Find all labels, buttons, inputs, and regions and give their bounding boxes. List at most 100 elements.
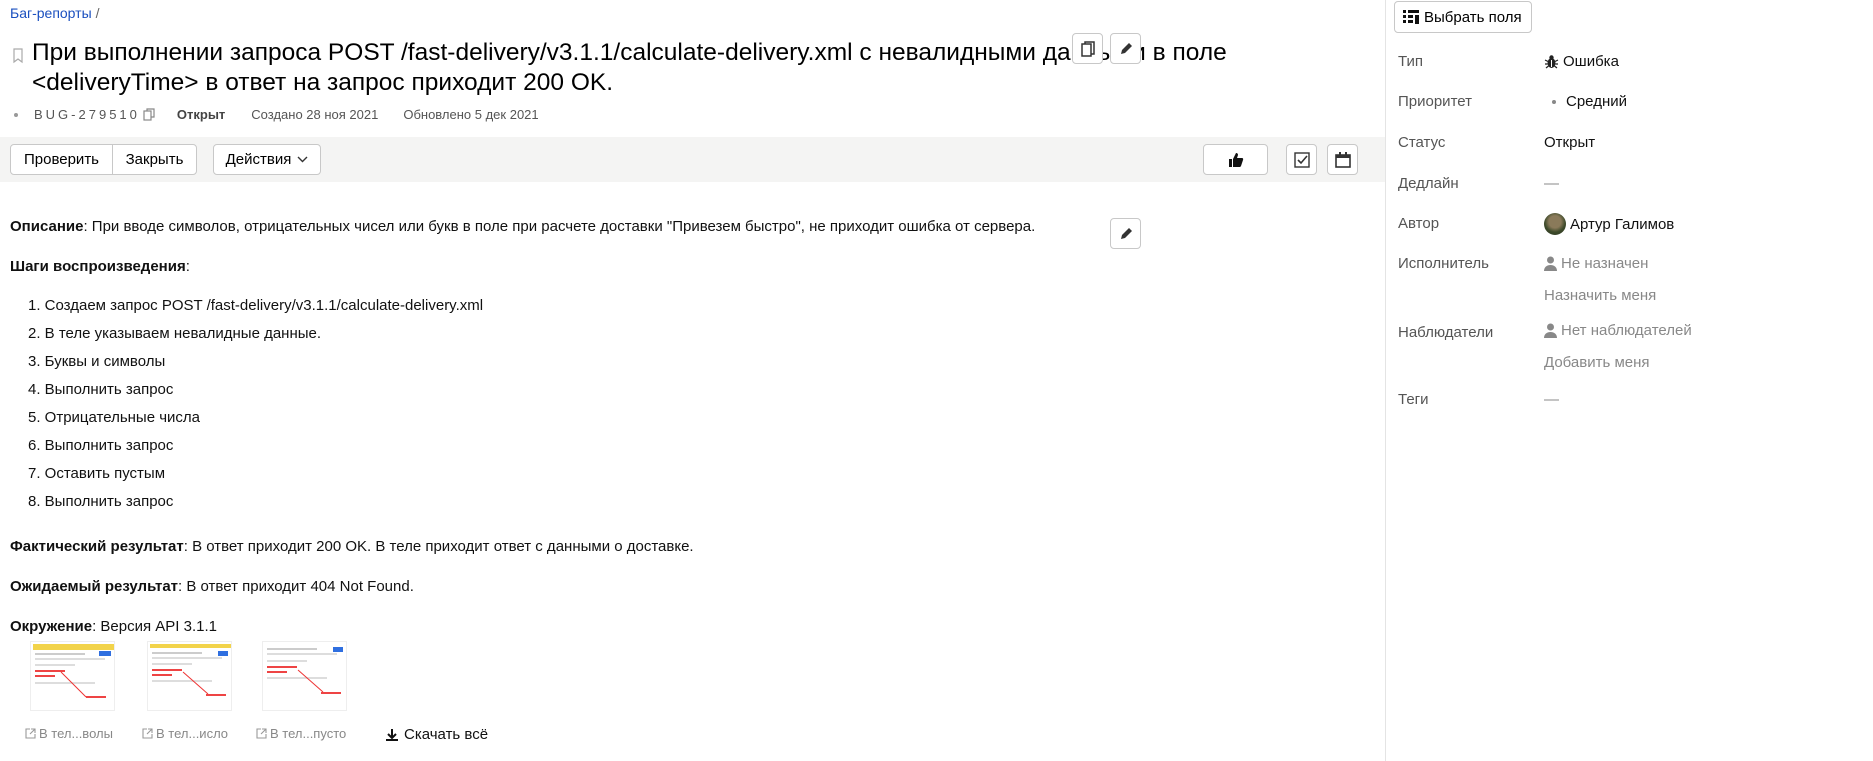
thumbs-up-icon	[1228, 152, 1243, 167]
edit-description-button[interactable]	[1110, 218, 1141, 249]
list-item: 3. Буквы и символы	[28, 353, 166, 370]
list-item: 6. Выполнить запрос	[28, 437, 174, 454]
list-item: 5. Отрицательные числа	[28, 409, 201, 426]
external-link-icon	[142, 728, 153, 739]
attachment-link[interactable]: В тел...пусто	[256, 726, 346, 741]
screenshot-preview-image	[33, 644, 114, 698]
assignee-text: Не назначен	[1561, 255, 1649, 272]
list-item: 1. Создаем запрос POST /fast-delivery/v3…	[28, 297, 484, 314]
external-link-icon	[25, 728, 36, 739]
breadcrumb-separator: /	[95, 5, 100, 21]
copy-icon	[1080, 40, 1095, 57]
breadcrumb: Баг-репорты /	[10, 5, 100, 21]
breadcrumb-parent-link[interactable]: Баг-репорты	[10, 5, 92, 21]
status-value[interactable]: Открыт	[1544, 134, 1595, 151]
attachment-link[interactable]: В тел...исло	[142, 726, 228, 741]
actual-result-label: Фактический результат	[10, 538, 184, 555]
actual-result-paragraph: Фактический результат: В ответ приходит …	[10, 538, 694, 555]
user-icon	[1544, 323, 1557, 338]
attachment-thumbnail[interactable]	[262, 641, 347, 711]
steps-suffix: :	[185, 258, 190, 275]
attachment-thumbnail[interactable]	[30, 641, 115, 711]
external-link-icon	[256, 728, 267, 739]
type-text: Ошибка	[1563, 53, 1619, 70]
screenshot-preview-image	[267, 647, 343, 694]
attachment-thumbnail[interactable]	[147, 641, 232, 711]
copy-link-button[interactable]	[1072, 33, 1103, 64]
avatar	[1544, 213, 1566, 235]
calendar-button[interactable]	[1327, 144, 1358, 175]
steps-list: 1. Создаем запрос POST /fast-delivery/v3…	[28, 296, 483, 520]
bug-icon	[1544, 55, 1559, 69]
deadline-value[interactable]: —	[1544, 175, 1559, 192]
attachment-name: В тел...исло	[156, 726, 229, 741]
issue-main: Баг-репорты / При выполнении запроса POST…	[0, 0, 1385, 761]
priority-text: Средний	[1566, 93, 1627, 110]
screenshot-preview-image	[150, 644, 231, 696]
choose-fields-label: Выбрать поля	[1424, 8, 1522, 26]
assignee-label: Исполнитель	[1398, 255, 1489, 272]
status-badge: Открыт	[176, 107, 226, 122]
actual-result-text: : В ответ приходит 200 OK. В теле приход…	[183, 538, 694, 555]
watchers-value[interactable]: Нет наблюдателей	[1544, 322, 1692, 339]
priority-value[interactable]: Средний	[1544, 93, 1627, 110]
actions-dropdown[interactable]: Действия	[213, 144, 321, 175]
list-item: 7. Оставить пустым	[28, 465, 166, 482]
download-all-label: Скачать всё	[404, 726, 489, 743]
calendar-icon	[1334, 151, 1351, 168]
updated-date: Обновлено 5 дек 2021	[403, 107, 539, 122]
list-item: 8. Выполнить запрос	[28, 493, 174, 510]
type-value[interactable]: Ошибка	[1544, 53, 1619, 70]
assign-me-link[interactable]: Назначить меня	[1544, 287, 1656, 304]
edit-icon	[1120, 227, 1132, 239]
list-item: 2. В теле указываем невалидные данные.	[28, 325, 322, 342]
watchers-label: Наблюдатели	[1398, 324, 1494, 341]
attachment-name: В тел...волы	[39, 726, 113, 741]
choose-fields-button[interactable]: Выбрать поля	[1394, 1, 1532, 33]
list-item: 4. Выполнить запрос	[28, 381, 174, 398]
status-label: Статус	[1398, 134, 1446, 151]
assignee-value[interactable]: Не назначен	[1544, 255, 1648, 272]
check-button[interactable]: Проверить	[10, 144, 113, 175]
issue-toolbar: Проверить Закрыть Действия	[0, 137, 1385, 182]
bookmark-icon[interactable]	[12, 48, 24, 64]
checklist-button[interactable]	[1286, 144, 1317, 175]
attachment-link[interactable]: В тел...волы	[25, 726, 113, 741]
issue-key: BUG-279510	[34, 107, 140, 122]
description-text: : При вводе символов, отрицательных чисе…	[83, 218, 1036, 235]
download-all-button[interactable]: Скачать всё	[385, 726, 488, 743]
fields-icon	[1403, 10, 1419, 24]
tags-value[interactable]: —	[1544, 391, 1559, 408]
description-paragraph: Описание: При вводе символов, отрицатель…	[10, 218, 1035, 235]
author-label: Автор	[1398, 215, 1440, 232]
author-name: Артур Галимов	[1570, 215, 1675, 233]
issue-sidebar: Выбрать поля Тип Ошибка Приоритет Средни…	[1386, 0, 1873, 761]
copy-key-icon[interactable]	[143, 108, 155, 121]
deadline-label: Дедлайн	[1398, 175, 1459, 192]
environment-label: Окружение	[10, 618, 93, 635]
tags-label: Теги	[1398, 391, 1429, 408]
close-button[interactable]: Закрыть	[112, 144, 197, 175]
watchers-text: Нет наблюдателей	[1561, 322, 1692, 339]
description-label: Описание	[10, 218, 84, 235]
actions-label: Действия	[225, 151, 292, 168]
user-icon	[1544, 256, 1557, 271]
like-button[interactable]	[1203, 144, 1268, 175]
author-value[interactable]: Артур Галимов	[1544, 213, 1674, 235]
steps-label: Шаги воспроизведения	[10, 258, 186, 275]
type-label: Тип	[1398, 53, 1424, 70]
steps-heading: Шаги воспроизведения:	[10, 258, 190, 275]
chevron-down-icon	[297, 156, 308, 163]
priority-dot-icon	[1552, 99, 1556, 104]
expected-result-paragraph: Ожидаемый результат: В ответ приходит 40…	[10, 578, 414, 595]
meta-dot	[14, 112, 18, 117]
created-date: Создано 28 ноя 2021	[251, 107, 379, 122]
add-me-link[interactable]: Добавить меня	[1544, 354, 1650, 371]
environment-paragraph: Окружение: Версия API 3.1.1	[10, 618, 217, 635]
edit-icon	[1120, 42, 1132, 54]
environment-text: : Версия API 3.1.1	[92, 618, 217, 635]
expected-result-text: : В ответ приходит 404 Not Found.	[178, 578, 414, 595]
attachment-name: В тел...пусто	[270, 726, 347, 741]
checklist-icon	[1293, 151, 1310, 168]
edit-title-button[interactable]	[1110, 33, 1141, 64]
